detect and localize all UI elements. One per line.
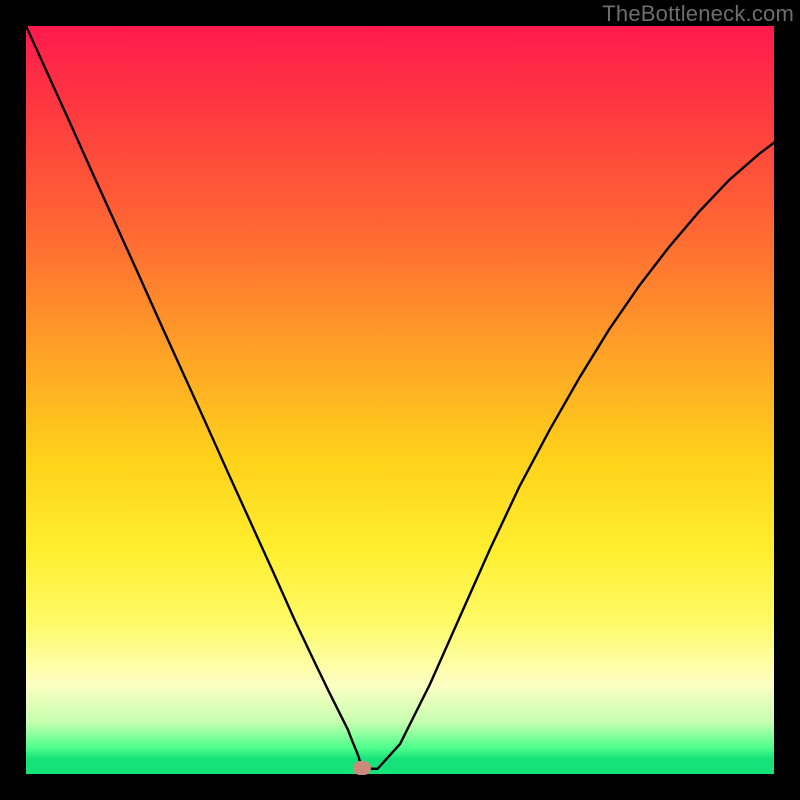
curve-svg xyxy=(26,26,774,774)
plot-area xyxy=(26,26,774,774)
bottleneck-curve xyxy=(26,26,774,769)
optimal-point-marker xyxy=(353,761,371,775)
chart-frame: TheBottleneck.com xyxy=(0,0,800,800)
watermark-text: TheBottleneck.com xyxy=(602,1,794,27)
